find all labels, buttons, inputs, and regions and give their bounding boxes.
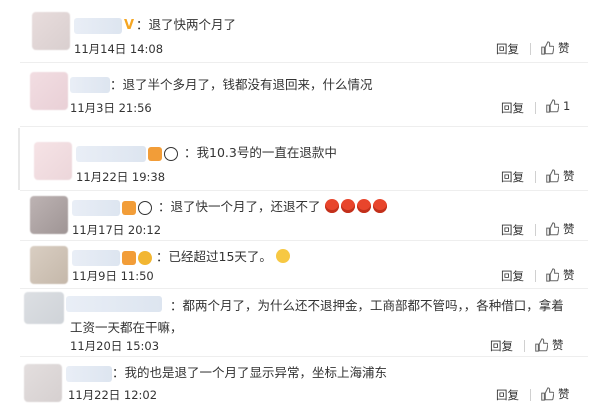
comment-text: ：都两个月了，为什么还不退押金，工商部都不管吗，，各种借口，拿着工资一天都在干嘛…	[70, 298, 564, 335]
avatar[interactable]	[24, 364, 62, 402]
avatar[interactable]	[30, 72, 68, 110]
separator	[524, 340, 525, 352]
reply-button[interactable]: 回复	[490, 338, 513, 354]
separator	[535, 224, 536, 236]
avatar[interactable]	[24, 292, 64, 324]
username-blurred[interactable]	[74, 18, 122, 34]
reply-button[interactable]: 回复	[496, 41, 519, 57]
like-count: 1	[563, 99, 571, 113]
comment-5: ：已经超过15天了。 11月9日 11:50 回复 赞	[0, 240, 609, 288]
comment-text: ：我10.3号的一直在退款中	[184, 145, 337, 160]
angry-emoji-icon	[324, 199, 339, 213]
vip-badge-icon	[148, 147, 162, 161]
comment-time: 11月22日 12:02	[68, 388, 158, 402]
like-label: 赞	[563, 169, 575, 183]
separator	[535, 102, 536, 114]
comment-3: ：我10.3号的一直在退款中 11月22日 19:38 回复 赞	[0, 128, 609, 188]
reply-button[interactable]: 回复	[501, 169, 524, 185]
separator	[530, 43, 531, 55]
like-button[interactable]: 赞	[534, 337, 564, 353]
comment-time: 11月20日 15:03	[70, 339, 160, 353]
avatar[interactable]	[34, 142, 72, 180]
angry-emoji-icon	[372, 199, 387, 213]
comment-6: ：都两个月了，为什么还不退押金，工商部都不管吗，，各种借口，拿着工资一天都在干嘛…	[0, 288, 609, 354]
laugh-emoji-icon	[275, 249, 290, 263]
separator	[530, 389, 531, 401]
comment-time: 11月17日 20:12	[72, 223, 162, 237]
separator	[535, 171, 536, 183]
thumb-up-icon	[546, 268, 559, 282]
comment-text: ：退了快两个月了	[136, 17, 237, 32]
comment-1: V ：退了快两个月了 11月14日 14:08 回复 赞	[0, 0, 609, 60]
comment-time: 11月14日 14:08	[74, 42, 164, 56]
like-button[interactable]: 赞	[545, 267, 575, 283]
reply-button[interactable]: 回复	[496, 387, 519, 403]
avatar[interactable]	[30, 246, 68, 284]
badges	[122, 251, 154, 265]
badges	[148, 147, 180, 161]
comment-7: ：我的也是退了一个月了显示异常，坐标上海浦东 11月22日 12:02 回复 赞	[0, 356, 609, 416]
comment-text: ：已经超过15天了。	[156, 248, 292, 266]
reply-button[interactable]: 回复	[501, 100, 524, 116]
thumb-up-icon	[541, 41, 554, 55]
panda-emoji-icon	[138, 201, 152, 215]
divider	[20, 126, 588, 127]
comment-4: ：退了快一个月了，还退不了 11月17日 20:12 回复 赞	[0, 190, 609, 238]
comment-text: ：退了快一个月了，还退不了	[158, 198, 389, 216]
username-blurred[interactable]	[76, 146, 146, 162]
like-label: 赞	[558, 41, 570, 55]
angry-emoji-icon	[356, 199, 371, 213]
reply-button[interactable]: 回复	[501, 222, 524, 238]
like-label: 赞	[558, 387, 570, 401]
thumb-up-icon	[535, 338, 548, 352]
thumb-up-icon	[546, 222, 559, 236]
thumb-up-icon	[546, 99, 559, 113]
comment-2: ：退了半个多月了，钱都没有退回来，什么情况 11月3日 21:56 回复 1	[0, 62, 609, 122]
username-blurred[interactable]	[72, 250, 120, 266]
like-button[interactable]: 1	[545, 99, 570, 113]
thumb-up-icon	[541, 387, 554, 401]
like-button[interactable]: 赞	[540, 40, 570, 56]
comment-text-body: ：已经超过15天了。	[156, 249, 272, 264]
comment-time: 11月22日 19:38	[76, 170, 166, 184]
medal-icon	[138, 251, 152, 265]
avatar[interactable]	[30, 196, 68, 234]
comment-text-body: ：退了快一个月了，还退不了	[158, 199, 321, 214]
like-button[interactable]: 赞	[545, 168, 575, 184]
comment-time: 11月9日 11:50	[72, 269, 154, 283]
reply-button[interactable]: 回复	[501, 268, 524, 284]
comment-text: ：退了半个多月了，钱都没有退回来，什么情况	[110, 77, 373, 92]
like-button[interactable]: 赞	[540, 386, 570, 402]
vip-badge-icon	[122, 201, 136, 215]
badges	[122, 201, 154, 215]
like-label: 赞	[563, 222, 575, 236]
separator	[535, 270, 536, 282]
like-button[interactable]: 赞	[545, 221, 575, 237]
username-blurred[interactable]	[72, 200, 120, 216]
like-label: 赞	[552, 338, 564, 352]
like-label: 赞	[563, 268, 575, 282]
angry-emoji-icon	[340, 199, 355, 213]
thumb-up-icon	[546, 169, 559, 183]
username-blurred[interactable]	[70, 77, 110, 93]
comment-text: ：我的也是退了一个月了显示异常，坐标上海浦东	[112, 365, 388, 380]
username-blurred[interactable]	[66, 366, 112, 382]
panda-emoji-icon	[164, 147, 178, 161]
vip-badge-icon	[122, 251, 136, 265]
avatar[interactable]	[32, 12, 70, 50]
comment-time: 11月3日 21:56	[70, 101, 152, 115]
